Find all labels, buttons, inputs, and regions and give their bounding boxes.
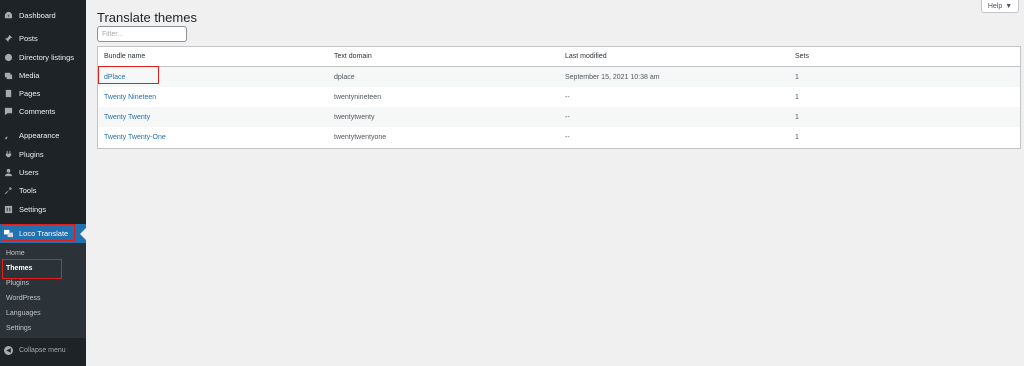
- menu-label: Directory listings: [19, 52, 75, 62]
- table-row: Twenty Twenty twentytwenty -- 1: [98, 107, 1020, 127]
- current-menu-arrow: [80, 228, 86, 240]
- bundle-link[interactable]: Twenty Twenty-One: [104, 134, 166, 141]
- bundles-table: Bundle name Text domain Last modified Se…: [97, 46, 1021, 149]
- column-sets[interactable]: Sets: [795, 47, 809, 66]
- help-label: Help: [987, 2, 1003, 10]
- menu-label: Posts: [19, 33, 38, 43]
- comments-icon: [4, 107, 13, 116]
- menu-label: Settings: [19, 204, 47, 214]
- submenu-plugins[interactable]: Plugins: [6, 280, 29, 287]
- sets-count: 1: [795, 93, 799, 101]
- highlight-box: [98, 66, 159, 84]
- menu-comments[interactable]: Comments: [0, 102, 86, 120]
- text-domain: twentytwentyone: [334, 133, 387, 141]
- highlight-box: [2, 259, 62, 279]
- sets-count: 1: [795, 73, 799, 81]
- appearance-icon: [4, 131, 13, 140]
- menu-label: Media: [19, 70, 40, 80]
- last-modified: --: [565, 113, 570, 121]
- loco-submenu: [0, 243, 86, 338]
- highlight-box: [1, 224, 75, 241]
- users-icon: [4, 168, 13, 177]
- settings-icon: [4, 205, 13, 214]
- tools-icon: [4, 186, 13, 195]
- bundle-link[interactable]: Twenty Twenty: [104, 114, 150, 121]
- table-header: Bundle name Text domain Last modified Se…: [98, 47, 1020, 67]
- last-modified: September 15, 2021 10:38 am: [565, 73, 660, 81]
- submenu-languages[interactable]: Languages: [6, 310, 41, 317]
- menu-tools[interactable]: Tools: [0, 181, 86, 199]
- menu-users[interactable]: Users: [0, 163, 86, 181]
- plugins-icon: [4, 150, 13, 159]
- text-domain: twentytwenty: [334, 113, 375, 121]
- menu-dashboard[interactable]: Dashboard: [0, 6, 86, 24]
- table-row: dPlace dplace September 15, 2021 10:38 a…: [98, 67, 1020, 87]
- menu-label: Plugins: [19, 149, 44, 159]
- menu-label: Dashboard: [19, 10, 56, 20]
- collapse-arrow-icon: ◀: [4, 345, 13, 355]
- admin-sidebar: Dashboard Posts Directory listings Media…: [0, 0, 86, 366]
- menu-settings[interactable]: Settings: [0, 200, 86, 218]
- collapse-menu-button[interactable]: ◀ Collapse menu: [0, 342, 86, 358]
- text-domain: dplace: [334, 73, 355, 81]
- collapse-label: Collapse menu: [19, 346, 66, 354]
- table-row: Twenty Nineteen twentynineteen -- 1: [98, 87, 1020, 107]
- menu-appearance[interactable]: Appearance: [0, 126, 86, 144]
- column-bundle-name[interactable]: Bundle name: [104, 47, 145, 66]
- menu-label: Tools: [19, 185, 37, 195]
- menu-label: Comments: [19, 106, 56, 116]
- page-title: Translate themes: [97, 10, 197, 25]
- text-domain: twentynineteen: [334, 93, 382, 101]
- submenu-home[interactable]: Home: [6, 250, 25, 257]
- column-text-domain[interactable]: Text domain: [334, 47, 372, 66]
- bundle-link[interactable]: Twenty Nineteen: [104, 94, 156, 101]
- pin-icon: [4, 34, 13, 43]
- help-button[interactable]: Help ▼: [981, 0, 1019, 13]
- filter-input[interactable]: [97, 26, 187, 42]
- submenu-settings[interactable]: Settings: [6, 325, 31, 332]
- menu-media[interactable]: Media: [0, 66, 86, 84]
- submenu-wordpress[interactable]: WordPress: [6, 295, 41, 302]
- media-icon: [4, 71, 13, 80]
- menu-directory-listings[interactable]: Directory listings: [0, 48, 86, 66]
- dashboard-icon: [4, 11, 13, 20]
- sets-count: 1: [795, 113, 799, 121]
- last-modified: --: [565, 133, 570, 141]
- menu-label: Pages: [19, 88, 41, 98]
- menu-pages[interactable]: Pages: [0, 84, 86, 102]
- menu-posts[interactable]: Posts: [0, 29, 86, 47]
- menu-plugins[interactable]: Plugins: [0, 145, 86, 163]
- column-last-modified[interactable]: Last modified: [565, 47, 607, 66]
- directory-icon: [4, 53, 13, 62]
- last-modified: --: [565, 93, 570, 101]
- menu-label: Users: [19, 167, 39, 177]
- menu-label: Appearance: [19, 130, 60, 140]
- sets-count: 1: [795, 133, 799, 141]
- pages-icon: [4, 89, 13, 98]
- caret-down-icon: ▼: [1005, 2, 1013, 10]
- table-row: Twenty Twenty-One twentytwentyone -- 1: [98, 127, 1020, 147]
